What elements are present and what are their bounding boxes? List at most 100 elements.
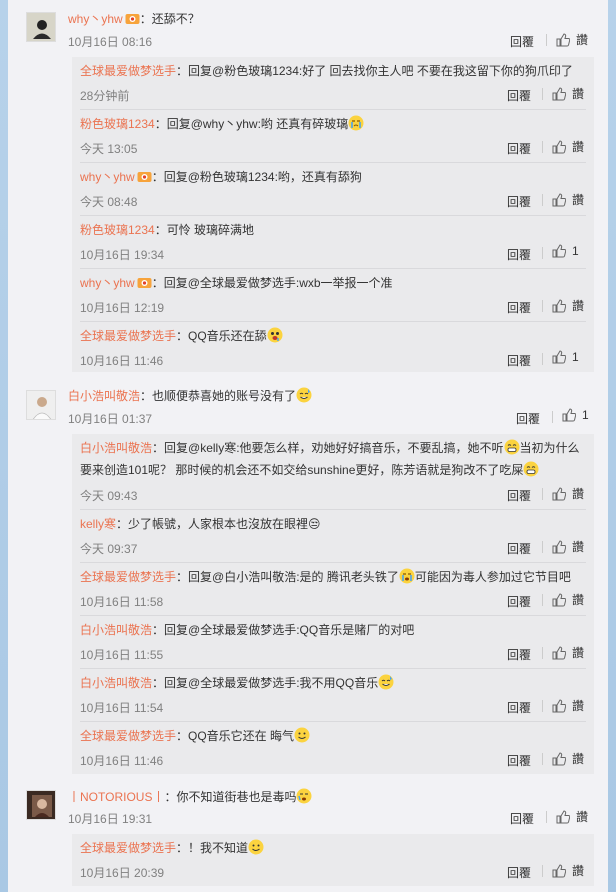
reply-button[interactable]: 回覆 [507,752,531,769]
reply-button[interactable]: 回覆 [507,299,531,316]
reply-divider [80,509,586,510]
action-separator [542,700,543,712]
reply-time: 10月16日 11:46 [80,354,164,368]
reply-author[interactable]: 全球最爱做梦选手 [80,841,176,855]
reply-author[interactable]: 全球最爱做梦选手 [80,64,176,78]
thumbs-up-icon [552,751,566,765]
like-label: 讚 [572,864,585,878]
thumbs-up-icon [562,408,576,422]
reply-button[interactable]: 回覆 [507,593,531,610]
like-button[interactable]: 1 [552,244,579,258]
reply-divider [80,268,586,269]
like-label: 讚 [572,646,585,660]
like-button[interactable]: 讚 [552,485,584,502]
reply-button[interactable]: 回覆 [516,410,540,427]
reply-button[interactable]: 回覆 [510,810,534,827]
reply-author[interactable]: 粉色玻璃1234 [80,117,155,131]
like-button[interactable]: 讚 [552,644,584,661]
thumbs-up-icon [552,592,566,606]
like-label: 讚 [572,193,585,207]
action-separator [542,194,543,206]
reply-author[interactable]: why丶yhw [80,170,135,184]
tearful-emoji-icon [296,788,312,804]
reply-button[interactable]: 回覆 [507,699,531,716]
reply-time: 10月16日 11:58 [80,595,164,609]
comment-author[interactable]: 丨NOTORIOUS丨 [68,790,164,804]
like-label: 讚 [572,299,585,313]
reply-button[interactable]: 回覆 [507,540,531,557]
like-count: 1 [572,350,579,364]
action-separator [546,811,547,823]
reply-divider [80,615,586,616]
reply-author[interactable]: 全球最爱做梦选手 [80,729,176,743]
reply-button[interactable]: 回覆 [507,193,531,210]
reply-divider [80,668,586,669]
like-button[interactable]: 讚 [552,538,584,555]
reply-text: ：可怜 玻璃碎满地 [154,223,255,237]
reply-text: ：回复@白小浩叫敬浩:是的 腾讯老头铁了 [176,570,399,584]
reply-author[interactable]: 全球最爱做梦选手 [80,570,176,584]
like-button[interactable]: 讚 [556,808,588,825]
reply-time: 10月16日 20:39 [80,866,165,880]
like-button[interactable]: 讚 [552,697,584,714]
reply-author[interactable]: why丶yhw [80,276,135,290]
reply-text: ：回复@全球最爱做梦选手:QQ音乐是赌厂的对吧 [152,623,415,637]
like-button[interactable]: 讚 [556,31,588,48]
like-button[interactable]: 讚 [552,191,584,208]
like-button[interactable]: 1 [562,408,589,422]
comment-author[interactable]: why丶yhw [68,12,123,26]
reply-text: ：回复@粉色玻璃1234:好了 回去找你主人吧 不要在我这留下你的狗爪印了 [176,64,573,78]
grin-emoji-icon [504,439,520,455]
like-button[interactable]: 讚 [552,297,584,314]
action-separator [542,247,543,259]
reply-text: ：回复@全球最爱做梦选手:wxb一举报一个准 [151,276,393,290]
reply-author[interactable]: 粉色玻璃1234 [80,223,155,237]
action-separator [542,141,543,153]
avatar[interactable] [26,12,56,42]
reply-text-continued: 可能因为毒人参加过它节目吧 [414,570,571,584]
thumbs-up-icon [552,539,566,553]
like-label: 讚 [576,33,589,47]
smile-emoji-icon [294,727,310,743]
action-separator [552,411,553,423]
reply-author[interactable]: 白小浩叫敬浩 [80,623,152,637]
avatar[interactable] [26,790,56,820]
drooling-emoji-icon [267,327,283,343]
like-label: 讚 [572,487,585,501]
thumbs-up-icon [552,86,566,100]
like-button[interactable]: 讚 [552,85,584,102]
action-separator [542,353,543,365]
reply-author[interactable]: 全球最爱做梦选手 [80,329,176,343]
reply-text: ：回复@全球最爱做梦选手:我不用QQ音乐 [152,676,379,690]
like-button[interactable]: 1 [552,350,579,364]
like-label: 讚 [572,593,585,607]
reply-button[interactable]: 回覆 [507,487,531,504]
action-separator [542,865,543,877]
sweat-smile-emoji-icon [296,387,312,403]
reply-list: 白小浩叫敬浩：回复@kelly寒:他要怎么样，劝她好好搞音乐，不要乱搞，她不听当… [72,434,594,774]
comment-author[interactable]: 白小浩叫敬浩 [68,389,140,403]
reply-button[interactable]: 回覆 [507,646,531,663]
reply-author[interactable]: kelly寒 [80,517,116,531]
comment-text: ：你不知道街巷也是毒吗 [164,790,297,804]
like-button[interactable]: 讚 [552,750,584,767]
reply-button[interactable]: 回覆 [507,87,531,104]
reply-button[interactable]: 回覆 [507,864,531,881]
reply-button[interactable]: 回覆 [510,33,534,50]
like-label: 讚 [572,140,585,154]
like-button[interactable]: 讚 [552,138,584,155]
reply-button[interactable]: 回覆 [507,140,531,157]
like-button[interactable]: 讚 [552,591,584,608]
action-separator [542,88,543,100]
reply-author[interactable]: 白小浩叫敬浩 [80,441,152,455]
comment-text: ：还舔不？ [139,12,200,26]
like-button[interactable]: 讚 [552,862,584,879]
reply-button[interactable]: 回覆 [507,352,531,369]
reply-button[interactable]: 回覆 [507,246,531,263]
reply-author[interactable]: 白小浩叫敬浩 [80,676,152,690]
thumbs-up-icon [552,192,566,206]
reply-text: ：少了帳號，人家根本也沒放在眼裡😒 [116,517,321,531]
avatar[interactable] [26,390,56,420]
comment-text: ：也顺便恭喜她的账号没有了 [140,389,297,403]
reply-time: 10月16日 12:19 [80,301,165,315]
